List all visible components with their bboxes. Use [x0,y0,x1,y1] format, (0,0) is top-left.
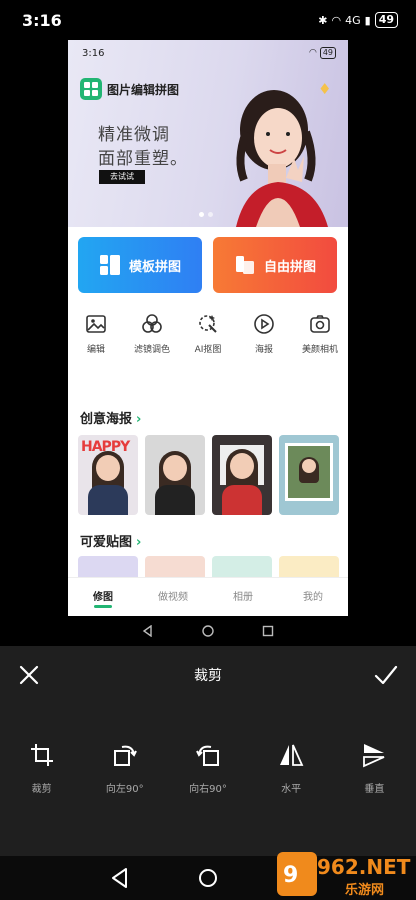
crop-label: 裁剪 [31,784,52,795]
play-icon [254,314,274,334]
watermark-logo: 9 962.NET 乐游网 [277,852,411,898]
app-logo-icon [80,78,102,100]
chevron-right-icon: › [136,535,142,550]
section-creative-posters[interactable]: 创意海报 › [80,408,141,427]
check-icon[interactable] [374,664,398,686]
flip-vertical-button[interactable]: 垂直 [333,742,416,795]
template-collage-button[interactable]: 模板拼图 [78,237,202,293]
watermark-brand: 962.NET [317,855,411,879]
filter-icon [142,314,162,333]
editor-header: 裁剪 [0,646,416,704]
tool-ai-cutout[interactable]: AI抠图 [180,312,236,355]
ai-cutout-icon [199,315,217,333]
status-time: 3:16 [22,10,62,30]
tool-filter[interactable]: 滤镜调色 [124,312,180,355]
tool-edit-label: 编辑 [86,345,105,355]
editor-tools: 裁剪 向左90° 向右90° 水平 垂直 [0,742,416,795]
image-icon [86,315,106,333]
tab-retouch[interactable]: 修图 [68,578,138,616]
tab-mine[interactable]: 我的 [278,578,348,616]
preview-status-time: 3:16 [82,47,105,59]
poster-thumbnail[interactable] [279,435,339,515]
preview-nav-bar [68,616,348,646]
tool-beauty-camera-label: 美颜相机 [301,345,338,355]
rotate-left-icon [113,745,137,766]
flip-horizontal-button[interactable]: 水平 [250,742,333,795]
wifi-icon: ◠ [331,13,342,27]
close-icon[interactable] [18,664,40,686]
tool-edit[interactable]: 编辑 [68,312,124,355]
bottom-tab-bar: 修图 做视频 相册 我的 [68,577,348,616]
vibrate-icon: ✱ [318,13,328,27]
banner-try-button[interactable]: 去试试 [99,170,145,184]
flip-horizontal-label: 水平 [281,784,302,795]
battery-icon: 49 [374,12,398,28]
network-label: 4G [345,13,361,27]
preview-status-icons: ◠ 49 [309,47,336,59]
crop-icon [30,744,53,766]
camera-icon [310,315,330,333]
rotate-left-label: 向左90° [105,784,144,795]
rotate-left-button[interactable]: 向左90° [83,742,166,795]
chevron-right-icon: › [136,412,142,427]
banner-pager [199,212,213,217]
rotate-right-icon [196,745,219,766]
tab-make-video[interactable]: 做视频 [138,578,208,616]
back-icon[interactable] [110,867,130,889]
rotate-right-label: 向右90° [189,784,227,795]
signal-icon: ▮ [364,13,371,27]
svg-text:9: 9 [283,863,298,888]
section-cute-stickers[interactable]: 可爱贴图 › [80,531,141,550]
banner-portrait [236,90,328,227]
screen: 3:16 ✱ ◠ 4G ▮ 49 3:16 ◠ 49 图片编辑拼图 ♦ 精准微调… [0,0,416,900]
free-collage-label: 自由拼图 [263,259,316,275]
poster-thumbnail[interactable] [145,435,205,515]
promo-banner[interactable]: 3:16 ◠ 49 图片编辑拼图 ♦ 精准微调 面部重塑。 去试试 [68,40,348,227]
status-icons: ✱ ◠ 4G ▮ 49 [318,12,398,28]
banner-line-1: 精准微调 [98,125,170,145]
status-bar: 3:16 ✱ ◠ 4G ▮ 49 [0,0,416,40]
tool-poster[interactable]: 海报 [236,312,292,355]
poster-thumbnail[interactable]: HAPPY [78,435,138,515]
flip-vertical-label: 垂直 [364,784,385,795]
section-creative-posters-label: 创意海报 [80,412,133,427]
flip-horizontal-icon [280,744,304,766]
tab-album[interactable]: 相册 [208,578,278,616]
preview-status-bar: 3:16 ◠ 49 [68,40,348,66]
tool-filter-label: 滤镜调色 [133,345,170,355]
tool-poster-label: 海报 [254,345,273,355]
editor-title: 裁剪 [194,668,222,684]
home-circle-icon [202,625,214,637]
free-collage-icon [235,256,254,274]
preview-battery-icon: 49 [319,47,336,59]
banner-line-2: 面部重塑。 [98,149,188,169]
feature-tools: 编辑 滤镜调色 AI抠图 海报 美颜相机 [68,312,348,355]
section-cute-stickers-label: 可爱贴图 [80,535,133,550]
template-collage-label: 模板拼图 [128,259,181,275]
poster-happy-text: HAPPY [81,439,130,455]
flip-vertical-icon [363,744,385,768]
app-name: 图片编辑拼图 [107,83,180,97]
tool-beauty-camera[interactable]: 美颜相机 [292,312,348,355]
crop-button[interactable]: 裁剪 [0,742,83,795]
crop-editor-panel: 裁剪 裁剪 向左90° 向右90° 水平 垂直 [0,646,416,856]
template-grid-icon [99,255,120,275]
preview-wifi-icon: ◠ [308,48,317,58]
tool-ai-cutout-label: AI抠图 [194,345,222,355]
watermark-sub: 乐游网 [345,882,384,898]
home-icon[interactable] [198,867,218,889]
image-preview[interactable]: 3:16 ◠ 49 图片编辑拼图 ♦ 精准微调 面部重塑。 去试试 模板拼图 自… [68,40,348,616]
back-triangle-icon [142,625,152,637]
recents-square-icon [262,625,274,637]
rotate-right-button[interactable]: 向右90° [166,742,249,795]
poster-thumbnail[interactable] [212,435,272,515]
poster-list: HAPPY [78,435,339,515]
free-collage-button[interactable]: 自由拼图 [213,237,337,293]
